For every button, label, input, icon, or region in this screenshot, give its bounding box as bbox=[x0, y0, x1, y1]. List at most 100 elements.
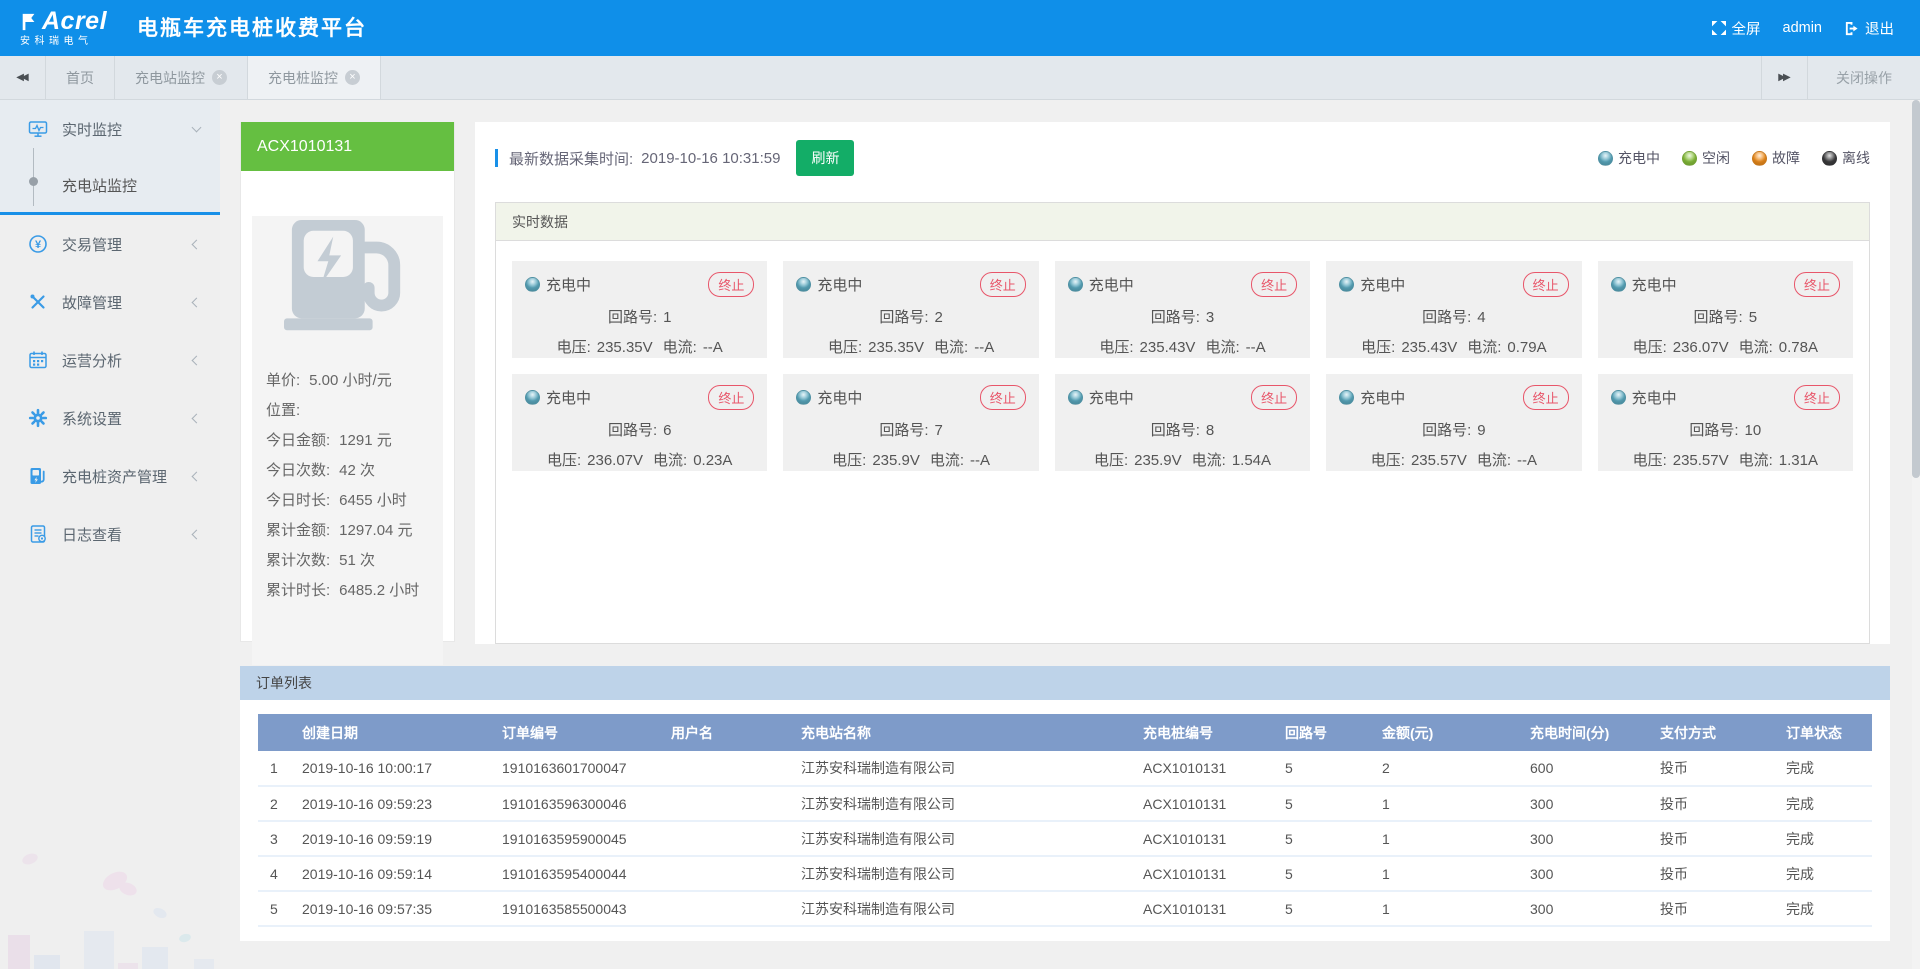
tabs-scroll-right-button[interactable]: ▶▶ bbox=[1761, 56, 1807, 99]
legend-charging: 充电中 bbox=[1598, 148, 1660, 168]
logout-button[interactable]: 退出 bbox=[1844, 18, 1894, 39]
charging-status-icon bbox=[1339, 277, 1354, 292]
circuit-line: 回路号:2 bbox=[796, 306, 1025, 327]
circuit-line: 回路号:5 bbox=[1611, 306, 1840, 327]
sidebar-item-analysis[interactable]: 运营分析 bbox=[0, 331, 220, 389]
tab-bar: ◀◀ 首页 充电站监控 × 充电桩监控 × ▶▶ 关闭操作 bbox=[0, 56, 1920, 100]
username[interactable]: admin bbox=[1783, 20, 1823, 36]
sidebar-item-settings[interactable]: 系统设置 bbox=[0, 389, 220, 447]
electrical-line: 电压:235.43V电流:0.79A bbox=[1339, 336, 1568, 357]
charging-status-icon bbox=[1339, 390, 1354, 405]
col-index bbox=[258, 714, 302, 751]
stop-button[interactable]: 终止 bbox=[980, 272, 1026, 297]
fault-status-icon bbox=[1752, 151, 1767, 166]
charging-point-card: 充电中 终止 回路号:9 电压:235.57V电流:--A bbox=[1326, 374, 1581, 471]
card-status-label: 充电中 bbox=[546, 274, 591, 295]
col-charge-minutes: 充电时间(分) bbox=[1530, 714, 1660, 751]
charging-point-card: 充电中 终止 回路号:10 电压:235.57V电流:1.31A bbox=[1598, 374, 1853, 471]
scrollbar-thumb[interactable] bbox=[1912, 100, 1920, 478]
status-legend: 充电中 空闲 故障 离 bbox=[1598, 148, 1870, 168]
col-pile-no: 充电桩编号 bbox=[1143, 714, 1285, 751]
stop-button[interactable]: 终止 bbox=[1523, 272, 1569, 297]
electrical-line: 电压:235.57V电流:1.31A bbox=[1611, 449, 1840, 470]
charging-point-card: 充电中 终止 回路号:3 电压:235.43V电流:--A bbox=[1055, 261, 1310, 358]
stop-button[interactable]: 终止 bbox=[1251, 385, 1297, 410]
charging-pile-icon bbox=[274, 216, 422, 342]
charging-point-card: 充电中 终止 回路号:2 电压:235.35V电流:--A bbox=[783, 261, 1038, 358]
sidebar-item-transactions[interactable]: ¥ 交易管理 bbox=[0, 215, 220, 273]
refresh-button[interactable]: 刷新 bbox=[796, 140, 854, 176]
device-stat-row: 今日时长:6455 小时 bbox=[266, 486, 429, 516]
sidebar-item-station-monitor[interactable]: 充电站监控 bbox=[0, 158, 220, 212]
electrical-line: 电压:235.35V电流:--A bbox=[525, 336, 754, 357]
tab-pile-monitor[interactable]: 充电桩监控 × bbox=[248, 56, 381, 99]
charging-cards-grid: 充电中 终止 回路号:1 电压:235.35V电流:--A 充电中 终止 回路号… bbox=[512, 261, 1853, 471]
close-tab-icon[interactable]: × bbox=[345, 70, 360, 85]
svg-text:¥: ¥ bbox=[35, 239, 42, 251]
orders-title: 订单列表 bbox=[240, 666, 1890, 700]
sidebar-item-faults[interactable]: 故障管理 bbox=[0, 273, 220, 331]
monitor-icon bbox=[28, 119, 48, 139]
chevron-left-icon bbox=[192, 239, 202, 249]
close-operations-menu[interactable]: 关闭操作 bbox=[1807, 56, 1920, 99]
col-amount: 金额(元) bbox=[1382, 714, 1530, 751]
stop-button[interactable]: 终止 bbox=[708, 272, 754, 297]
col-pay-method: 支付方式 bbox=[1660, 714, 1786, 751]
table-row: 1 2019-10-16 10:00:17 1910163601700047 江… bbox=[258, 751, 1872, 786]
table-row: 5 2019-10-16 09:57:35 1910163585500043 江… bbox=[258, 891, 1872, 926]
flag-icon bbox=[20, 13, 38, 31]
charging-status-icon bbox=[525, 277, 540, 292]
table-row: 3 2019-10-16 09:59:19 1910163595900045 江… bbox=[258, 821, 1872, 856]
stop-button[interactable]: 终止 bbox=[980, 385, 1026, 410]
logo-subtext: 安科瑞电气 bbox=[20, 37, 107, 47]
device-panel: ACX1010131 单价:5.00 小时/元 位置: bbox=[240, 122, 455, 642]
device-stat-row: 累计时长:6485.2 小时 bbox=[266, 576, 429, 606]
electrical-line: 电压:235.9V电流:--A bbox=[796, 449, 1025, 470]
realtime-data-box: 实时数据 充电中 终止 回路号:1 电压:235.35V电流:--A 充电中 终… bbox=[495, 202, 1870, 644]
close-tab-icon[interactable]: × bbox=[212, 70, 227, 85]
fullscreen-button[interactable]: 全屏 bbox=[1712, 18, 1761, 39]
sidebar-item-pile-assets[interactable]: 充电桩资产管理 bbox=[0, 447, 220, 505]
app-header: Acrel 安科瑞电气 电瓶车充电桩收费平台 全屏 admin 退出 bbox=[0, 0, 1920, 56]
orders-header-row: 创建日期 订单编号 用户名 充电站名称 充电桩编号 回路号 金额(元) 充电时间… bbox=[258, 714, 1872, 751]
charging-point-card: 充电中 终止 回路号:6 电压:236.07V电流:0.23A bbox=[512, 374, 767, 471]
col-order-status: 订单状态 bbox=[1786, 714, 1872, 751]
charging-status-icon bbox=[796, 390, 811, 405]
device-stat-row: 单价:5.00 小时/元 bbox=[266, 366, 429, 396]
vertical-scrollbar[interactable] bbox=[1912, 100, 1920, 969]
chevron-left-icon bbox=[192, 297, 202, 307]
charging-point-card: 充电中 终止 回路号:5 电压:236.07V电流:0.78A bbox=[1598, 261, 1853, 358]
tabs-scroll-left-button[interactable]: ◀◀ bbox=[0, 56, 46, 99]
stop-button[interactable]: 终止 bbox=[1251, 272, 1297, 297]
tab-station-monitor[interactable]: 充电站监控 × bbox=[115, 56, 248, 99]
circuit-line: 回路号:3 bbox=[1068, 306, 1297, 327]
tab-home[interactable]: 首页 bbox=[46, 56, 115, 99]
chevron-down-icon bbox=[192, 122, 202, 132]
sidebar-item-logs[interactable]: 日志查看 bbox=[0, 505, 220, 563]
chevron-left-icon bbox=[192, 355, 202, 365]
stop-button[interactable]: 终止 bbox=[1523, 385, 1569, 410]
device-stat-row: 位置: bbox=[266, 396, 429, 426]
chevron-left-icon bbox=[192, 529, 202, 539]
offline-status-icon bbox=[1822, 151, 1837, 166]
device-stat-row: 累计金额:1297.04 元 bbox=[266, 516, 429, 546]
idle-status-icon bbox=[1682, 151, 1697, 166]
charging-status-icon bbox=[796, 277, 811, 292]
stop-button[interactable]: 终止 bbox=[1794, 272, 1840, 297]
electrical-line: 电压:235.35V电流:--A bbox=[796, 336, 1025, 357]
monitor-panel: 最新数据采集时间: 2019-10-16 10:31:59 刷新 充电中 空闲 bbox=[475, 122, 1890, 644]
card-status-label: 充电中 bbox=[1632, 387, 1677, 408]
charging-status-icon bbox=[525, 390, 540, 405]
col-create-date: 创建日期 bbox=[302, 714, 502, 751]
stop-button[interactable]: 终止 bbox=[1794, 385, 1840, 410]
device-stat-row: 今日次数:42 次 bbox=[266, 456, 429, 486]
legend-idle: 空闲 bbox=[1682, 148, 1730, 168]
charging-point-card: 充电中 终止 回路号:8 电压:235.9V电流:1.54A bbox=[1055, 374, 1310, 471]
legend-fault: 故障 bbox=[1752, 148, 1800, 168]
card-status-label: 充电中 bbox=[1360, 274, 1405, 295]
fault-icon bbox=[28, 292, 48, 312]
electrical-line: 电压:236.07V电流:0.78A bbox=[1611, 336, 1840, 357]
stop-button[interactable]: 终止 bbox=[708, 385, 754, 410]
asset-icon bbox=[28, 466, 48, 486]
page-title: 电瓶车充电桩收费平台 bbox=[137, 12, 367, 42]
